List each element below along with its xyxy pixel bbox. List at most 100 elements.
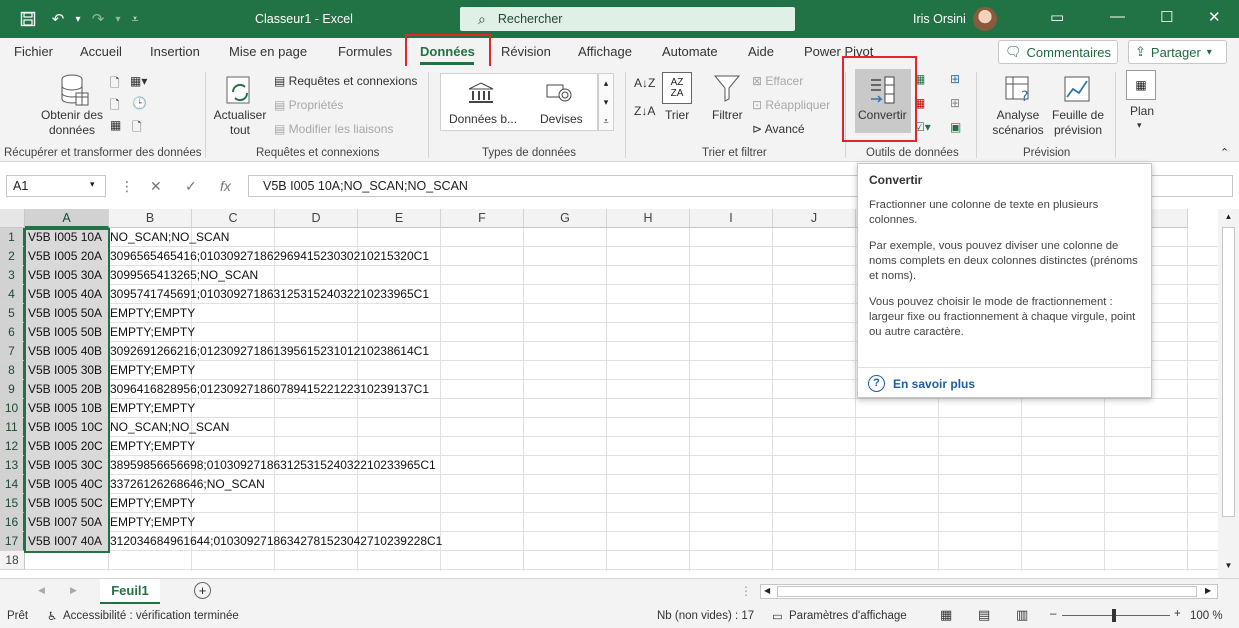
column-header-f[interactable]: F <box>441 209 524 228</box>
queries-connections-button[interactable]: ▤ Requêtes et connexions <box>274 74 417 88</box>
column-header-b[interactable]: B <box>109 209 192 228</box>
prev-sheet-icon[interactable]: ◀ <box>38 585 45 596</box>
scroll-down-arrow-icon[interactable]: ▼ <box>1218 561 1239 570</box>
scroll-left-icon[interactable]: ◀ <box>764 586 770 595</box>
cell-b11[interactable]: NO_SCAN;NO_SCAN <box>110 418 229 437</box>
cell-b17[interactable]: 312034684961644;010309271863427815230427… <box>110 532 442 551</box>
column-header-h[interactable]: H <box>607 209 690 228</box>
zoom-slider-thumb[interactable] <box>1112 609 1116 622</box>
properties-button[interactable]: ▤ Propriétés <box>274 98 343 112</box>
column-header-c[interactable]: C <box>192 209 275 228</box>
scroll-down-icon[interactable]: ▾ <box>599 93 613 112</box>
customize-toolbar-icon[interactable]: ⩡ <box>125 9 145 29</box>
from-range-icon[interactable]: ▦ <box>110 118 121 132</box>
row-header-11[interactable]: 11 <box>0 418 25 437</box>
refresh-all-button[interactable]: Actualiser tout <box>212 108 268 138</box>
user-name[interactable]: Iris Orsini <box>913 12 966 26</box>
search-box[interactable]: ⌕ Rechercher <box>460 7 795 31</box>
reapply-button[interactable]: ⊡ Réappliquer <box>752 98 830 112</box>
zoom-in-icon[interactable]: + <box>1174 608 1181 620</box>
namebox-dropdown-icon[interactable]: ▾ <box>90 179 95 190</box>
row-header-17[interactable]: 17 <box>0 532 25 551</box>
avatar[interactable] <box>973 7 997 31</box>
row-header-1[interactable]: 1 <box>0 228 25 247</box>
tab-fichier[interactable]: Fichier <box>14 44 53 59</box>
collapse-ribbon-icon[interactable]: ⌃ <box>1220 146 1229 159</box>
forecast-sheet-button[interactable]: Feuille de prévision <box>1048 108 1108 138</box>
advanced-button[interactable]: ⊳ Avancé <box>752 122 805 136</box>
tab-accueil[interactable]: Accueil <box>80 44 122 59</box>
display-settings-button[interactable]: Paramètres d'affichage <box>789 610 907 622</box>
tab-formules[interactable]: Formules <box>338 44 392 59</box>
page-layout-icon[interactable]: ▤ <box>978 607 990 623</box>
row-header-15[interactable]: 15 <box>0 494 25 513</box>
row-header-13[interactable]: 13 <box>0 456 25 475</box>
outline-button[interactable]: Plan <box>1130 104 1154 118</box>
sort-za-icon[interactable]: Z↓A <box>634 104 655 118</box>
column-header-j[interactable]: J <box>773 209 856 228</box>
horizontal-scrollbar[interactable]: ◀ ▶ <box>760 584 1218 599</box>
row-header-3[interactable]: 3 <box>0 266 25 285</box>
cell-b10[interactable]: EMPTY;EMPTY <box>110 399 195 418</box>
row-header-8[interactable]: 8 <box>0 361 25 380</box>
vertical-scroll-thumb[interactable] <box>1222 227 1235 517</box>
cell-b6[interactable]: EMPTY;EMPTY <box>110 323 195 342</box>
data-model-icon[interactable]: ▣ <box>950 120 961 134</box>
undo-icon[interactable]: ↶ <box>48 9 68 29</box>
ribbon-display-options-icon[interactable]: ▭ <box>1050 8 1064 26</box>
cell-b14[interactable]: 33726126268646;NO_SCAN <box>110 475 265 494</box>
existing-connections-icon[interactable]: 🗋 <box>132 118 142 139</box>
get-data-button[interactable]: Obtenir des données <box>40 108 104 138</box>
filter-button[interactable]: Filtrer <box>712 108 743 122</box>
learn-more-link[interactable]: ? En savoir plus <box>868 375 975 392</box>
from-table-icon[interactable]: ▦▾ <box>130 74 147 88</box>
datatype-currencies-button[interactable]: Devises <box>540 112 583 126</box>
scroll-right-icon[interactable]: ▶ <box>1205 586 1211 595</box>
cell-b4[interactable]: 3095741745691;01030927186312531524032210… <box>110 285 429 304</box>
from-text-icon[interactable]: 🗋 <box>110 74 120 95</box>
page-break-icon[interactable]: ▥ <box>1016 607 1028 623</box>
column-header-i[interactable]: I <box>690 209 773 228</box>
tab-mise-en-page[interactable]: Mise en page <box>229 44 307 59</box>
row-header-12[interactable]: 12 <box>0 437 25 456</box>
cell-b7[interactable]: 3092691266216;01230927186139561523101210… <box>110 342 429 361</box>
scroll-up-icon[interactable]: ▴ <box>599 74 613 93</box>
gallery-scroll[interactable]: ▴ ▾ ⩡ <box>598 73 614 131</box>
vertical-scrollbar[interactable]: ▲ ▼ <box>1218 209 1239 578</box>
cell-b1[interactable]: NO_SCAN;NO_SCAN <box>110 228 229 247</box>
cell-b13[interactable]: 38959856656698;0103092718631253152403221… <box>110 456 436 475</box>
next-sheet-icon[interactable]: ▶ <box>70 585 77 596</box>
cancel-icon[interactable]: ✕ <box>150 178 162 195</box>
horizontal-scroll-thumb[interactable] <box>777 586 1197 597</box>
cell-b3[interactable]: 3099565413265;NO_SCAN <box>110 266 258 285</box>
column-header-e[interactable]: E <box>358 209 441 228</box>
add-sheet-icon[interactable]: + <box>194 582 211 599</box>
accessibility-status[interactable]: Accessibilité : vérification terminée <box>63 610 239 622</box>
row-header-10[interactable]: 10 <box>0 399 25 418</box>
sort-az-icon[interactable]: A↓Z <box>634 76 655 90</box>
row-header-16[interactable]: 16 <box>0 513 25 532</box>
cell-b9[interactable]: 3096416828956;01230927186078941522122310… <box>110 380 429 399</box>
tab-revision[interactable]: Révision <box>501 44 551 59</box>
consolidate-icon[interactable]: ⊞ <box>950 72 960 86</box>
recent-sources-icon[interactable]: 🕒 <box>132 96 147 110</box>
zoom-level[interactable]: 100 % <box>1190 610 1223 622</box>
cell-b16[interactable]: EMPTY;EMPTY <box>110 513 195 532</box>
share-button[interactable]: ⇪ Partager ▾ <box>1128 40 1227 64</box>
undo-dropdown-icon[interactable]: ▾ <box>68 9 88 29</box>
cell-b8[interactable]: EMPTY;EMPTY <box>110 361 195 380</box>
cell-b15[interactable]: EMPTY;EMPTY <box>110 494 195 513</box>
minimize-icon[interactable]: — <box>1110 8 1125 25</box>
tab-split-handle-icon[interactable]: ⋮ <box>740 584 752 598</box>
column-header-d[interactable]: D <box>275 209 358 228</box>
normal-view-icon[interactable]: ▦ <box>940 607 952 623</box>
row-header-7[interactable]: 7 <box>0 342 25 361</box>
column-header-a[interactable]: A <box>25 209 109 228</box>
zoom-out-icon[interactable]: – <box>1050 608 1056 620</box>
from-web-icon[interactable]: 🗋 <box>110 96 120 117</box>
row-header-4[interactable]: 4 <box>0 285 25 304</box>
row-header-9[interactable]: 9 <box>0 380 25 399</box>
close-icon[interactable]: ✕ <box>1208 8 1221 26</box>
edit-links-button[interactable]: ▤ Modifier les liaisons <box>274 122 393 136</box>
tab-affichage[interactable]: Affichage <box>578 44 632 59</box>
